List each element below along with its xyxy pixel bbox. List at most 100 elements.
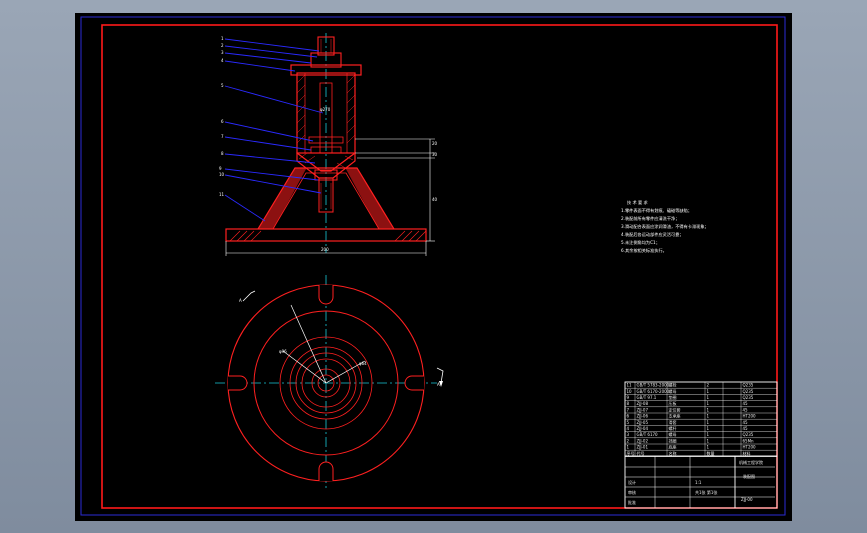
note-4: 4.装配后各运动部件应灵活可靠； [621,231,684,238]
designer-label: 设计 [628,479,636,485]
balloon-6: 6 [221,119,224,124]
parts-list-cell: GB/T 5783-2000 [637,383,670,388]
balloon-4: 4 [221,58,224,63]
parts-list-cell: 1 [707,414,710,419]
dim-phi270: φ270 [320,107,331,112]
parts-list-cell: Q235 [743,432,754,437]
notes-title: 技 术 要 求 [627,199,649,206]
parts-list-cell: 底座 [669,444,677,450]
parts-list-header-cell: 材料 [743,450,751,456]
drawing-number: ZJJ-00 [741,497,753,502]
parts-list-cell: 1 [707,438,710,443]
note-3: 3.滑动配合表面应涂润滑油，不得有卡滞现象； [621,223,709,230]
parts-list-cell: 1 [707,401,710,406]
school-name: 机械工程学院 [739,459,763,465]
balloon-1: 1 [221,36,224,41]
parts-list-cell: 螺杆 [669,425,677,431]
parts-list-cell: 螺母 [669,431,677,437]
parts-list-cell: 65Mn [743,438,755,443]
note-2: 2.装配前所有零件应清洗干净； [621,215,679,222]
parts-list-cell: GB/T 6170 [637,432,659,437]
parts-list-cell: 2 [707,383,710,388]
parts-list-cell: 1 [707,432,710,437]
parts-list-cell: 8 [627,401,630,406]
sheet-count: 共1张 第1张 [695,489,717,495]
parts-list-cell: 螺母 [669,388,677,394]
parts-list-cell: 11 [627,383,633,388]
parts-list-cell: 1 [707,389,710,394]
parts-list-cell: 45 [743,407,749,412]
parts-list: 11 GB/T 5783-2000 螺栓 2 Q23510 GB/T 6170-2000 螺… [624,381,778,457]
parts-list-header-cell: 序号 [627,450,635,456]
parts-list-cell: 定位套 [669,406,681,412]
plan-view: φ96 φ64 A A [215,275,444,491]
parts-list-cell: 2 [627,438,630,443]
balloon-2: 2 [221,43,224,48]
parts-list-cell: 9 [627,395,630,400]
parts-list-cell: ZJJ-01 [637,445,649,450]
parts-list-cell: 螺栓 [669,382,677,388]
drawing-canvas[interactable]: 1 2 3 4 5 6 7 8 9 10 11 20 30 40 200 φ27… [75,13,792,521]
parts-list-cell: ZJJ-02 [637,438,649,443]
balloon-5: 5 [221,83,224,88]
parts-list-cell: 6 [627,414,630,419]
parts-list-cell: 45 [743,420,749,425]
parts-list-cell: 挡圈 [669,437,677,443]
parts-list-header-cell: 名称 [669,450,677,456]
parts-list-cell: 5 [627,420,630,425]
checker-label: 审核 [628,489,636,495]
parts-list-cell: Q235 [743,383,754,388]
parts-list-cell: ZJJ-08 [637,401,649,406]
parts-list-cell: GB/T 6170-2000 [637,389,670,394]
parts-list-cell: ZJJ-07 [637,407,649,412]
note-1: 1.零件表面不得有划痕、磕碰等缺陷； [621,207,692,214]
parts-list-cell: 1 [707,407,710,412]
dim-200: 200 [321,247,329,252]
parts-list-cell: 1 [707,426,710,431]
dim-phi96: φ96 [279,349,287,354]
dim-40: 40 [432,197,438,202]
parts-list-cell: 10 [627,389,633,394]
balloon-10: 10 [219,172,225,177]
parts-list-cell: 垫圈 [669,394,677,400]
section-mark-a-right: A [437,382,440,387]
parts-list-cell: Q235 [743,395,754,400]
dim-30: 30 [432,152,438,157]
parts-list-header-cell: 数量 [707,450,715,456]
cad-viewport[interactable]: 1 2 3 4 5 6 7 8 9 10 11 20 30 40 200 φ27… [75,13,792,521]
parts-list-cell: ZJJ-05 [637,420,649,425]
scale-value: 1:1 [695,480,702,485]
balloon-3: 3 [221,50,224,55]
parts-list-cell: 滑套 [669,419,677,425]
parts-list-cell: HT200 [743,414,757,419]
parts-list-cell: ZJJ-04 [637,426,649,431]
parts-list-cell: HT200 [743,445,757,450]
technical-notes: 技 术 要 求 1.零件表面不得有划痕、磕碰等缺陷； 2.装配前所有零件应清洗干… [621,199,709,254]
parts-list-header-cell: 代号 [637,450,645,456]
parts-list-cell: GB/T 97.1 [637,395,657,400]
note-6: 6.其余按相关标准执行。 [621,247,667,254]
balloon-numbers: 1 2 3 4 5 6 7 8 9 10 11 [219,36,225,197]
balloon-8: 8 [221,151,224,156]
parts-list-cell: Q235 [743,389,754,394]
title-block: 设计 审核 批准 机械工程学院 装配图 1:1 共1张 第1张 ZJJ-00 [624,455,778,509]
balloon-11: 11 [219,192,225,197]
dim-phi64: φ64 [359,361,367,366]
parts-list-cell: 1 [627,445,630,450]
parts-list-cell: 4 [627,426,630,431]
balloon-7: 7 [221,134,224,139]
parts-list-cell: 3 [627,432,630,437]
drawing-name: 装配图 [743,473,755,479]
outer-frame [80,16,786,516]
parts-list-cell: 压板 [669,400,677,406]
dim-20: 20 [432,141,438,146]
parts-list-cell: 7 [627,407,630,412]
section-mark-a-left: A [239,298,242,303]
approver-label: 批准 [628,499,636,505]
section-view: 1 2 3 4 5 6 7 8 9 10 11 20 30 40 200 φ27… [219,33,438,256]
parts-list-cell: 45 [743,426,749,431]
parts-list-cell: ZJJ-06 [637,414,649,419]
parts-list-cell: 1 [707,395,710,400]
balloon-9: 9 [219,166,222,171]
parts-list-cell: 1 [707,445,710,450]
